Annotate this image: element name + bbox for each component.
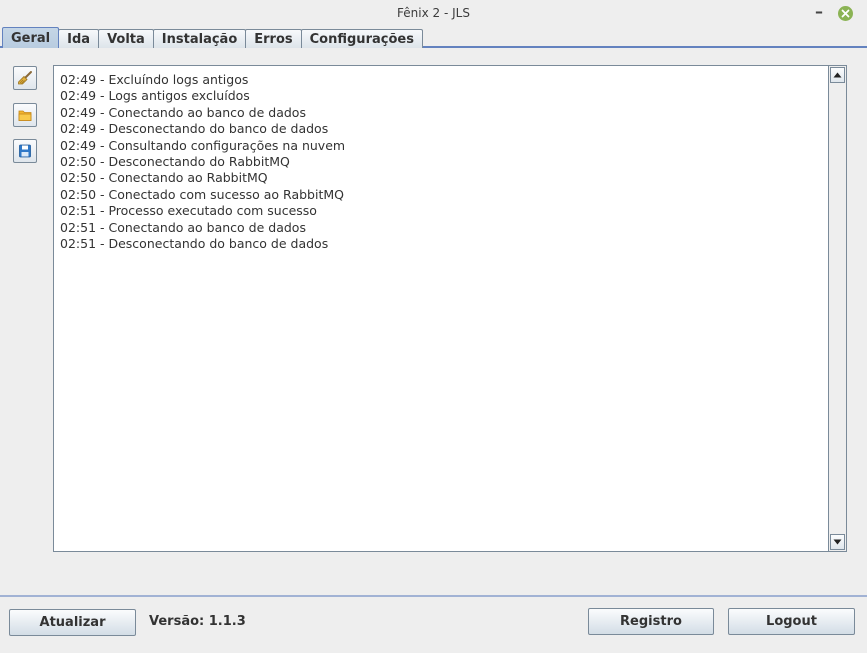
scroll-up-button[interactable] [830, 67, 845, 83]
folder-icon [18, 110, 32, 121]
log-line: 02:51 - Processo executado com sucesso [60, 203, 317, 219]
save-log-button[interactable] [13, 139, 37, 163]
log-line: 02:50 - Desconectando do RabbitMQ [60, 154, 290, 170]
tab-bar: Geral Ida Volta Instalação Erros Configu… [2, 27, 423, 48]
close-button[interactable] [838, 6, 853, 21]
arrow-up-icon [833, 72, 842, 78]
tab-ida[interactable]: Ida [58, 29, 100, 48]
tab-erros[interactable]: Erros [245, 29, 302, 48]
version-label: Versão: 1.1.3 [149, 614, 246, 629]
log-line: 02:49 - Conectando ao banco de dados [60, 104, 306, 120]
tab-instalacao[interactable]: Instalação [152, 29, 247, 48]
log-list: 02:49 - Excluíndo logs antigos 02:49 - L… [60, 72, 825, 252]
title-bar: Fênix 2 - JLS – [0, 0, 867, 27]
save-icon [19, 144, 31, 158]
close-icon [841, 9, 850, 18]
open-folder-button[interactable] [13, 103, 37, 127]
clear-log-button[interactable] [13, 66, 37, 90]
log-panel[interactable]: 02:49 - Excluíndo logs antigos 02:49 - L… [53, 65, 847, 552]
log-scrollbar[interactable] [828, 66, 846, 551]
log-line: 02:50 - Conectando ao RabbitMQ [60, 170, 268, 186]
tab-geral[interactable]: Geral [2, 27, 60, 48]
logout-button[interactable]: Logout [728, 608, 855, 635]
register-button[interactable]: Registro [588, 608, 714, 635]
log-line: 02:51 - Conectando ao banco de dados [60, 219, 306, 235]
log-line: 02:50 - Conectado com sucesso ao RabbitM… [60, 186, 344, 202]
window-title: Fênix 2 - JLS [397, 6, 470, 20]
minimize-button[interactable]: – [812, 3, 826, 21]
log-line: 02:49 - Logs antigos excluídos [60, 88, 250, 104]
log-line: 02:49 - Excluíndo logs antigos [60, 72, 249, 87]
arrow-down-icon [833, 539, 842, 545]
footer-divider [0, 595, 867, 597]
log-line: 02:49 - Consultando configurações na nuv… [60, 137, 346, 153]
log-line: 02:49 - Desconectando do banco de dados [60, 121, 329, 137]
tab-volta[interactable]: Volta [98, 29, 154, 48]
log-line: 02:51 - Desconectando do banco de dados [60, 236, 329, 252]
scroll-down-button[interactable] [830, 534, 845, 550]
broom-icon [18, 71, 32, 85]
tab-configuracoes[interactable]: Configurações [300, 29, 423, 48]
refresh-button[interactable]: Atualizar [9, 609, 136, 636]
